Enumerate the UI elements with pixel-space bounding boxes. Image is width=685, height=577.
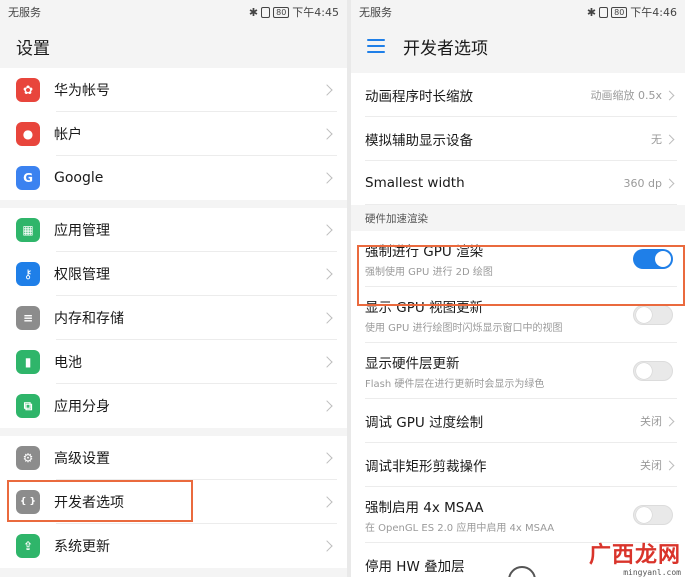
settings-group: ▦ 应用管理 ⚷ 权限管理 ≡ 内存和存储 ▮ 电池 ⧉ 应用分身 xyxy=(0,208,347,428)
option-title: 动画程序时长缩放 xyxy=(365,89,473,105)
option-row[interactable]: Smallest width 360 dp xyxy=(351,161,685,205)
option-row[interactable]: 强制启用 4x MSAA 在 OpenGL ES 2.0 应用中启用 4x MSA… xyxy=(351,487,685,543)
status-bar: 无服务 ✱ 80 下午4:45 xyxy=(0,0,347,24)
settings-item[interactable]: ▮ 电池 xyxy=(0,340,347,384)
option-value: 动画缩放 0.5x xyxy=(590,89,663,102)
settings-group: ✿ 华为帐号 ● 帐户 G Google xyxy=(0,68,347,200)
toggle-switch[interactable] xyxy=(633,505,673,525)
force-gpu-highlight xyxy=(357,245,685,306)
settings-item[interactable]: ⚷ 权限管理 xyxy=(0,252,347,296)
settings-item-label: 系统更新 xyxy=(54,539,110,555)
option-subtitle: 在 OpenGL ES 2.0 应用中启用 4x MSAA xyxy=(365,523,555,534)
chevron-right-icon xyxy=(321,452,333,464)
developer-options-highlight xyxy=(7,480,193,522)
clock: 下午4:46 xyxy=(630,6,677,19)
option-value: 关闭 xyxy=(640,459,662,472)
chevron-right-icon xyxy=(664,416,675,426)
vibrate-icon xyxy=(261,6,271,18)
gear-icon: ⚙ xyxy=(16,446,40,470)
option-title: 显示硬件层更新 xyxy=(365,356,460,372)
option-value: 360 dp xyxy=(623,176,662,190)
settings-item-label: 华为帐号 xyxy=(54,83,110,99)
toggle-knob xyxy=(636,507,652,523)
section-header: 硬件加速渲染 xyxy=(351,205,685,231)
bluetooth-icon: ✱ xyxy=(248,5,259,19)
carrier-text: 无服务 xyxy=(359,6,392,19)
storage-icon: ≡ xyxy=(16,306,40,330)
page-title: 开发者选项 xyxy=(403,38,488,59)
option-row[interactable]: 模拟辅助显示设备 无 xyxy=(351,117,685,161)
settings-item-label: 内存和存储 xyxy=(54,311,124,327)
watermark-url: mingyanl.com xyxy=(623,568,681,577)
settings-item-label: 权限管理 xyxy=(54,267,110,283)
chevron-right-icon xyxy=(321,400,333,412)
chevron-right-icon xyxy=(664,460,675,470)
settings-item-label: 应用管理 xyxy=(54,223,110,239)
battery-icon: ▮ xyxy=(16,350,40,374)
settings-item[interactable]: ⇪ 系统更新 xyxy=(0,524,347,568)
settings-item[interactable]: ⚙ 高级设置 xyxy=(0,436,347,480)
chevron-right-icon xyxy=(321,128,333,140)
settings-item[interactable]: ▦ 应用管理 xyxy=(0,208,347,252)
battery-level: 80 xyxy=(611,6,628,18)
huawei-icon: ✿ xyxy=(16,78,40,102)
status-bar: 无服务 ✱ 80 下午4:46 xyxy=(351,0,685,24)
account-icon: ● xyxy=(16,122,40,146)
chevron-right-icon xyxy=(321,172,333,184)
chevron-right-icon xyxy=(664,90,675,100)
google-icon: G xyxy=(16,166,40,190)
clock: 下午4:45 xyxy=(292,6,339,19)
settings-item-label: 应用分身 xyxy=(54,399,110,415)
settings-item[interactable]: ● 帐户 xyxy=(0,112,347,156)
option-value: 无 xyxy=(651,133,662,146)
watermark: 广西龙网 mingyanl.com xyxy=(589,544,681,577)
option-row[interactable]: 调试非矩形剪裁操作 关闭 xyxy=(351,443,685,487)
option-title: 强制启用 4x MSAA xyxy=(365,500,484,516)
key-icon: ⚷ xyxy=(16,262,40,286)
developer-options-list: 动画程序时长缩放 动画缩放 0.5x 模拟辅助显示设备 无 Smallest width… xyxy=(351,73,685,205)
settings-item[interactable]: G Google xyxy=(0,156,347,200)
battery-level: 80 xyxy=(273,6,290,18)
toggle-knob xyxy=(636,307,652,323)
option-subtitle: 使用 GPU 进行绘图时闪烁显示窗口中的视图 xyxy=(365,323,563,334)
chevron-right-icon xyxy=(664,134,675,144)
settings-item[interactable]: ✿ 华为帐号 xyxy=(0,68,347,112)
watermark-text: 广西龙网 xyxy=(588,543,681,568)
update-icon: ⇪ xyxy=(16,534,40,558)
bluetooth-icon: ✱ xyxy=(586,5,597,19)
settings-item[interactable]: ≡ 内存和存储 xyxy=(0,296,347,340)
option-title: 调试非矩形剪裁操作 xyxy=(365,459,487,475)
settings-item-label: Google xyxy=(54,170,104,186)
option-subtitle: Flash 硬件层在进行更新时会显示为绿色 xyxy=(365,379,545,390)
menu-icon[interactable] xyxy=(367,39,385,53)
option-row[interactable]: 调试 GPU 过度绘制 关闭 xyxy=(351,399,685,443)
settings-item-label: 高级设置 xyxy=(54,451,110,467)
option-row[interactable]: 动画程序时长缩放 动画缩放 0.5x xyxy=(351,73,685,117)
option-row[interactable]: 显示硬件层更新 Flash 硬件层在进行更新时会显示为绿色 xyxy=(351,343,685,399)
vibrate-icon xyxy=(599,6,609,18)
toggle-knob xyxy=(636,363,652,379)
chevron-right-icon xyxy=(321,496,333,508)
settings-item-label: 电池 xyxy=(54,355,82,371)
carrier-text: 无服务 xyxy=(8,6,41,19)
option-title: 模拟辅助显示设备 xyxy=(365,133,473,149)
toggle-switch[interactable] xyxy=(633,361,673,381)
title-bar: 开发者选项 xyxy=(351,24,685,68)
option-title: Smallest width xyxy=(365,175,465,191)
chevron-right-icon xyxy=(321,268,333,280)
chevron-right-icon xyxy=(664,178,675,188)
settings-item-label: 帐户 xyxy=(54,127,82,143)
chevron-right-icon xyxy=(321,540,333,552)
chevron-right-icon xyxy=(321,84,333,96)
chevron-right-icon xyxy=(321,312,333,324)
toggle-switch[interactable] xyxy=(633,305,673,325)
chevron-right-icon xyxy=(321,224,333,236)
apps-icon: ▦ xyxy=(16,218,40,242)
option-title: 调试 GPU 过度绘制 xyxy=(365,415,484,431)
app-twin-icon: ⧉ xyxy=(16,394,40,418)
settings-item[interactable]: ⧉ 应用分身 xyxy=(0,384,347,428)
option-value: 关闭 xyxy=(640,415,662,428)
page-title: 设置 xyxy=(16,38,50,59)
chevron-right-icon xyxy=(321,356,333,368)
